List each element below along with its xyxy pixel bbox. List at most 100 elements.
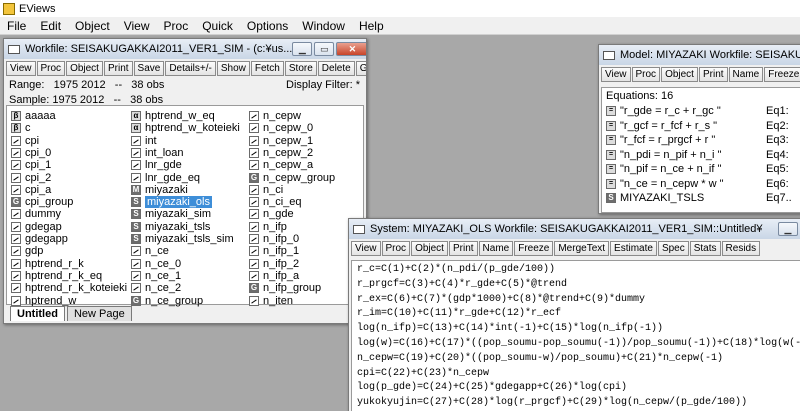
workfile-object-n-cepw-0[interactable]: n_cepw_0: [249, 122, 313, 134]
system-name-button[interactable]: Name: [478, 241, 514, 256]
workfile-object-miyazaki-ols[interactable]: Smiyazaki_ols: [131, 196, 212, 209]
display-filter[interactable]: Display Filter: *: [286, 79, 360, 92]
workfile-genr-button[interactable]: Genr: [355, 61, 366, 76]
system-print-button[interactable]: Print: [448, 241, 478, 256]
workfile-object-hptrend-r-k-eq[interactable]: hptrend_r_k_eq: [11, 270, 102, 282]
system-spec-text[interactable]: r_c=C(1)+C(2)*(n_pdi/(p_gde/100)) r_prgcf…: [351, 260, 800, 411]
workfile-object-gdegap[interactable]: gdegap: [11, 221, 62, 233]
workfile-object-gdegapp[interactable]: gdegapp: [11, 233, 68, 245]
workfile-object-n-cepw[interactable]: n_cepw: [249, 110, 301, 122]
menu-view[interactable]: View: [117, 19, 157, 33]
menu-proc[interactable]: Proc: [157, 19, 196, 33]
workfile-object-n-ce-group[interactable]: Gn_ce_group: [131, 295, 203, 307]
workfile-object-n-ifp-1[interactable]: n_ifp_1: [249, 245, 299, 257]
workfile-object-n-ci[interactable]: n_ci: [249, 184, 283, 196]
system-freeze-button[interactable]: Freeze: [514, 241, 554, 256]
tab-untitled[interactable]: Untitled: [10, 306, 65, 321]
workfile-object-hptrend-w[interactable]: hptrend_w: [11, 295, 76, 307]
workfile-object-n-ci-eq[interactable]: n_ci_eq: [249, 196, 302, 208]
workfile-titlebar[interactable]: Workfile: SEISAKUGAKKAI2011_VER1_SIM - (…: [4, 39, 366, 59]
system-titlebar[interactable]: System: MIYAZAKI_OLS Workfile: SEISAKUGA…: [349, 219, 800, 239]
workfile-object-c[interactable]: βc: [11, 122, 31, 134]
workfile-object-n-ifp-0[interactable]: n_ifp_0: [249, 233, 299, 245]
workfile-print-button[interactable]: Print: [103, 61, 133, 76]
workfile-object-cpi-group[interactable]: Gcpi_group: [11, 196, 73, 208]
menu-options[interactable]: Options: [240, 19, 295, 33]
workfile-details-button[interactable]: Details+/-: [165, 61, 216, 76]
workfile-object-n-ce[interactable]: n_ce: [131, 245, 169, 257]
menu-edit[interactable]: Edit: [33, 19, 68, 33]
model-print-button[interactable]: Print: [698, 67, 728, 82]
workfile-object-dummy[interactable]: dummy: [11, 208, 61, 220]
workfile-object-hptrend-w-eq[interactable]: α hptrend_w_eq: [131, 110, 215, 122]
workfile-object-cpi-1[interactable]: cpi_1: [11, 159, 51, 171]
workfile-show-button[interactable]: Show: [216, 61, 250, 76]
minimize-button[interactable]: ▁: [292, 42, 313, 56]
system-mergetext-button[interactable]: MergeText: [554, 241, 610, 256]
workfile-object-n-cepw-1[interactable]: n_cepw_1: [249, 135, 313, 147]
system-stats-button[interactable]: Stats: [689, 241, 721, 256]
workfile-store-button[interactable]: Store: [284, 61, 317, 76]
model-equation-row[interactable]: = "r_gde = r_c + r_gc " Eq1:: [606, 105, 800, 117]
workfile-object-int[interactable]: int: [131, 135, 157, 147]
workfile-object-miyazaki[interactable]: Mmiyazaki: [131, 184, 188, 196]
model-freeze-button[interactable]: Freeze: [764, 67, 800, 82]
model-equation-row[interactable]: = "n_pdi = n_pif + n_i " Eq4:: [606, 149, 800, 161]
tab-new-page[interactable]: New Page: [66, 306, 132, 321]
close-button[interactable]: ✕: [336, 42, 366, 56]
workfile-object-n-cepw-a[interactable]: n_cepw_a: [249, 159, 313, 171]
workfile-object-hptrend-w-koteieki[interactable]: α hptrend_w_koteieki: [131, 122, 240, 134]
workfile-object-n-iten[interactable]: n_iten: [249, 295, 293, 307]
workfile-object-gdp[interactable]: gdp: [11, 245, 43, 257]
workfile-object-lnr-gde[interactable]: lnr_gde: [131, 159, 182, 171]
system-estimate-button[interactable]: Estimate: [610, 241, 657, 256]
workfile-object-n-ce-0[interactable]: n_ce_0: [131, 258, 181, 270]
workfile-object-cpi[interactable]: cpi: [11, 135, 39, 147]
workfile-object-cpi-0[interactable]: cpi_0: [11, 147, 51, 159]
workfile-object-n-cepw-group[interactable]: Gn_cepw_group: [249, 172, 335, 184]
system-resids-button[interactable]: Resids: [721, 241, 761, 256]
workfile-proc-button[interactable]: Proc: [36, 61, 66, 76]
workfile-object-n-gde[interactable]: n_gde: [249, 208, 294, 220]
workfile-save-button[interactable]: Save: [133, 61, 165, 76]
workfile-object-hptrend-r-k[interactable]: hptrend_r_k: [11, 258, 84, 270]
workfile-object-miyazaki-tsls[interactable]: Smiyazaki_tsls: [131, 221, 210, 233]
system-proc-button[interactable]: Proc: [381, 241, 411, 256]
model-equation-row[interactable]: = "r_fcf = r_prgcf + r " Eq3:: [606, 134, 800, 146]
workfile-object-n-ifp[interactable]: n_ifp: [249, 221, 287, 233]
model-proc-button[interactable]: Proc: [631, 67, 661, 82]
menu-help[interactable]: Help: [352, 19, 391, 33]
workfile-fetch-button[interactable]: Fetch: [250, 61, 284, 76]
workfile-object-aaaaa[interactable]: β aaaaa: [11, 110, 56, 122]
model-titlebar[interactable]: Model: MIYAZAKI Workfile: SEISAKUGAKKAI: [599, 45, 800, 65]
model-equation-row[interactable]: = "r_gcf = r_fcf + r_s " Eq2:: [606, 120, 800, 132]
model-object-button[interactable]: Object: [661, 67, 698, 82]
system-object-button[interactable]: Object: [411, 241, 448, 256]
model-equation-row[interactable]: S MIYAZAKI_TSLS Eq7..: [606, 192, 800, 204]
workfile-object-hptrend-r-k-koteieki[interactable]: hptrend_r_k_koteieki: [11, 282, 127, 294]
system-spec-button[interactable]: Spec: [657, 241, 689, 256]
workfile-object-n-cepw-2[interactable]: n_cepw_2: [249, 147, 313, 159]
model-equation-row[interactable]: = "n_ce = n_cepw * w " Eq6:: [606, 178, 800, 190]
system-view-button[interactable]: View: [351, 241, 381, 256]
model-view-button[interactable]: View: [601, 67, 631, 82]
menu-object[interactable]: Object: [68, 19, 117, 33]
menu-file[interactable]: File: [0, 19, 33, 33]
workfile-object-miyazaki-sim[interactable]: Smiyazaki_sim: [131, 208, 211, 220]
workfile-object-n-ce-1[interactable]: n_ce_1: [131, 270, 181, 282]
minimize-button[interactable]: ▁: [778, 222, 798, 236]
workfile-object-n-ce-2[interactable]: n_ce_2: [131, 282, 181, 294]
workfile-object-cpi-a[interactable]: cpi_a: [11, 184, 51, 196]
menu-quick[interactable]: Quick: [195, 19, 240, 33]
workfile-object-n-ifp-group[interactable]: Gn_ifp_group: [249, 282, 321, 294]
workfile-object-int-loan[interactable]: int_loan: [131, 147, 184, 159]
workfile-delete-button[interactable]: Delete: [317, 61, 355, 76]
maximize-button[interactable]: ▭: [314, 42, 335, 56]
workfile-object-miyazaki-tsls-sim[interactable]: Smiyazaki_tsls_sim: [131, 233, 234, 245]
workfile-object-lnr-gde-eq[interactable]: lnr_gde_eq: [131, 172, 200, 184]
model-name-button[interactable]: Name: [728, 67, 764, 82]
workfile-object-cpi-2[interactable]: cpi_2: [11, 172, 51, 184]
workfile-object-n-ifp-2[interactable]: n_ifp_2: [249, 258, 299, 270]
workfile-object-n-ifp-a[interactable]: n_ifp_a: [249, 270, 299, 282]
workfile-view-button[interactable]: View: [6, 61, 36, 76]
